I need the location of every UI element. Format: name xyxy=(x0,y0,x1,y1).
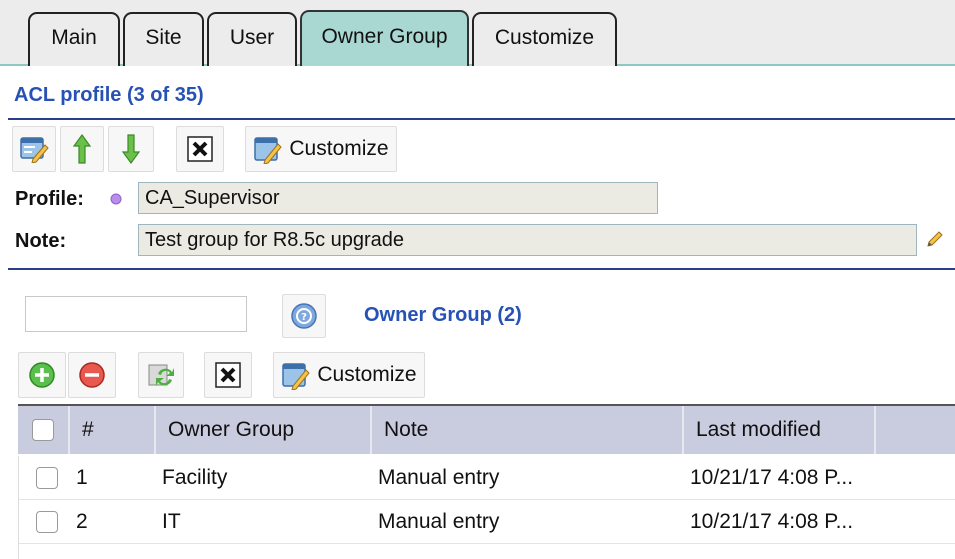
profile-field[interactable]: CA_Supervisor xyxy=(138,182,658,214)
note-field[interactable]: Test group for R8.5c upgrade xyxy=(138,224,917,256)
tab-owner-group[interactable]: Owner Group xyxy=(300,10,469,66)
pencil-icon[interactable] xyxy=(926,230,944,248)
row-number: 2 xyxy=(76,510,88,533)
close-box-icon xyxy=(215,362,241,388)
search-button[interactable]: ? xyxy=(282,294,326,338)
column-header-owner-group[interactable]: Owner Group xyxy=(156,406,372,454)
row-checkbox[interactable] xyxy=(36,467,58,489)
row-owner-group: Facility xyxy=(162,466,228,489)
select-all-checkbox[interactable] xyxy=(32,419,54,441)
row-note: Manual entry xyxy=(378,466,500,489)
tab-user[interactable]: User xyxy=(207,12,297,66)
row-checkbox[interactable] xyxy=(36,511,58,533)
tab-bar: Main Site User Owner Group Customize xyxy=(0,0,955,66)
row-number: 1 xyxy=(76,466,88,489)
customize-icon xyxy=(282,363,311,390)
search-help-icon: ? xyxy=(291,303,317,329)
minus-circle-icon xyxy=(79,362,105,388)
delete-button[interactable] xyxy=(176,126,224,172)
tab-main[interactable]: Main xyxy=(28,12,120,66)
svg-text:?: ? xyxy=(301,312,307,323)
row-last-modified: 10/21/17 4:08 P... xyxy=(690,466,854,489)
edit-form-icon xyxy=(20,137,49,163)
table-header: # Owner Group Note Last modified xyxy=(18,404,955,454)
column-header-last-modified[interactable]: Last modified xyxy=(684,406,876,454)
acl-customize-button[interactable]: Customize xyxy=(245,126,397,172)
required-dot-icon xyxy=(110,193,122,205)
add-button[interactable] xyxy=(18,352,66,398)
owner-group-title: Owner Group (2) xyxy=(364,304,522,326)
profile-label: Profile: xyxy=(15,188,84,210)
owner-group-delete-button[interactable] xyxy=(204,352,252,398)
search-input[interactable] xyxy=(25,296,247,332)
table-row[interactable]: 1 Facility Manual entry 10/21/17 4:08 P.… xyxy=(18,456,955,500)
customize-icon xyxy=(254,137,283,164)
edit-button[interactable] xyxy=(12,126,56,172)
row-owner-group: IT xyxy=(162,510,181,533)
table-left-border xyxy=(18,456,19,559)
plus-circle-icon xyxy=(29,362,55,388)
refresh-button[interactable] xyxy=(138,352,184,398)
divider xyxy=(8,118,955,120)
remove-button[interactable] xyxy=(68,352,116,398)
tab-site[interactable]: Site xyxy=(123,12,204,66)
column-header-number[interactable]: # xyxy=(70,406,156,454)
owner-group-customize-button[interactable]: Customize xyxy=(273,352,425,398)
close-box-icon xyxy=(187,136,213,162)
divider xyxy=(8,268,955,270)
row-note: Manual entry xyxy=(378,510,500,533)
column-header-note[interactable]: Note xyxy=(372,406,684,454)
move-down-button[interactable] xyxy=(108,126,154,172)
row-last-modified: 10/21/17 4:08 P... xyxy=(690,510,854,533)
tab-customize[interactable]: Customize xyxy=(472,12,617,66)
arrow-down-icon xyxy=(121,134,141,165)
refresh-icon xyxy=(148,364,174,386)
table-row[interactable]: 2 IT Manual entry 10/21/17 4:08 P... xyxy=(18,500,955,544)
acl-profile-title: ACL profile (3 of 35) xyxy=(14,84,204,106)
note-label: Note: xyxy=(15,230,67,252)
arrow-up-icon xyxy=(72,133,92,164)
select-all-cell xyxy=(18,406,70,454)
move-up-button[interactable] xyxy=(60,126,104,172)
